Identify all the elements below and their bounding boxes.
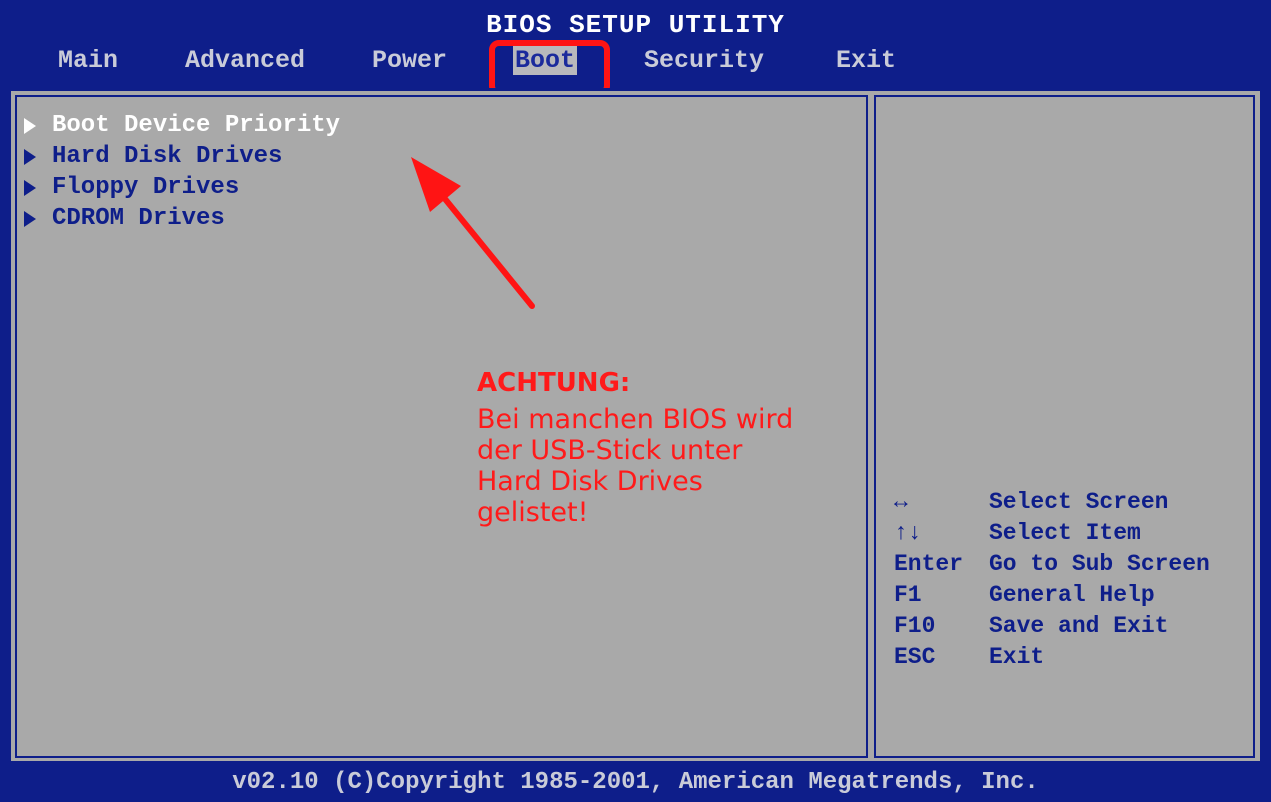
copyright-footer: v02.10 (C)Copyright 1985-2001, American … [0,764,1271,802]
help-row: ↔ Select Screen [894,486,1210,517]
help-action: Save and Exit [989,612,1169,639]
help-key: F10 [894,612,936,639]
key-help-list: ↔ Select Screen ↑↓ Select Item Enter Go … [894,486,1210,672]
help-key: ↔ [894,488,908,515]
help-row: ESC Exit [894,641,1210,672]
help-key: F1 [894,581,922,608]
help-key: Enter [894,550,964,577]
help-action: Select Screen [989,488,1169,515]
help-row: Enter Go to Sub Screen [894,548,1210,579]
annotation-text: Bei manchen BIOS wird der USB-Stick unte… [477,404,794,528]
annotation-heading: ACHTUNG: [477,368,631,398]
help-action: Exit [989,643,1045,670]
help-action: General Help [989,581,1155,608]
help-row: F1 General Help [894,579,1210,610]
help-action: Go to Sub Screen [989,550,1210,577]
help-row: ↑↓ Select Item [894,517,1210,548]
help-key: ↑↓ [894,519,922,546]
help-action: Select Item [989,519,1141,546]
help-row: F10 Save and Exit [894,610,1210,641]
help-key: ESC [894,643,936,670]
annotation-note: ACHTUNG: Bei manchen BIOS wird der USB-S… [477,368,807,528]
